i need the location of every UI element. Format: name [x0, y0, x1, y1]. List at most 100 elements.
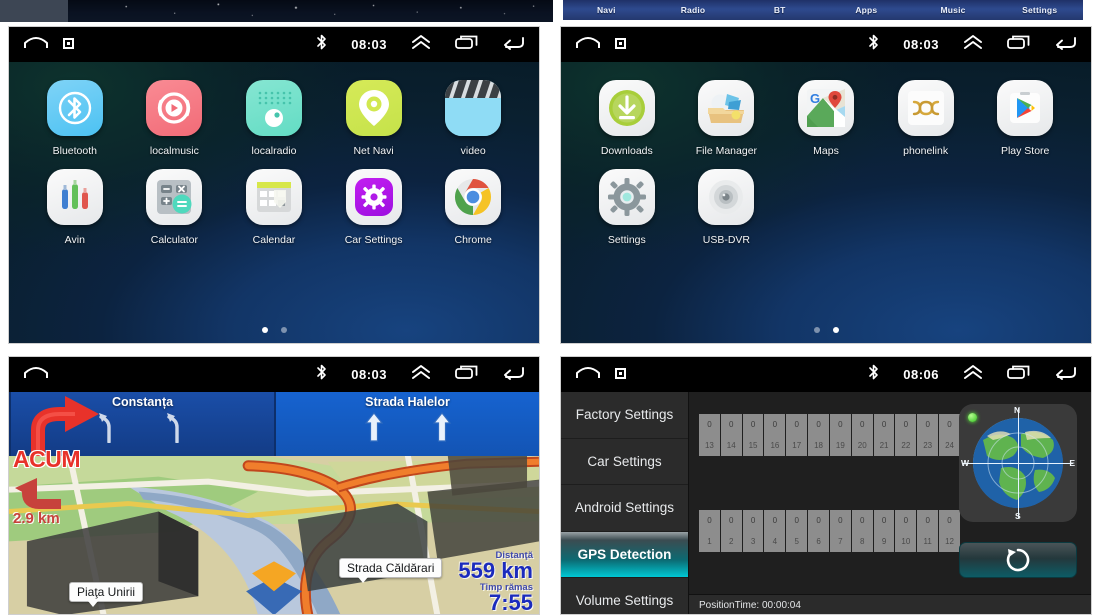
- status-bar-1: 08:03: [9, 27, 539, 62]
- home-icon[interactable]: [23, 364, 49, 385]
- satellite-signal-cell: 0: [895, 510, 917, 531]
- app-label: Avin: [64, 234, 85, 246]
- sign-label: Constanța: [111, 395, 174, 409]
- back-arrow-icon[interactable]: [1054, 365, 1077, 385]
- app-phonelink[interactable]: phonelink: [876, 80, 976, 157]
- satellite-signal-cell: 0: [873, 510, 895, 531]
- app-calendar[interactable]: Calendar: [224, 169, 324, 246]
- navigation-map-view[interactable]: Constanța Strada Halelor ACUM 2.9 km Pia…: [9, 392, 539, 614]
- recents-square-icon[interactable]: [63, 36, 74, 54]
- app-downloads[interactable]: Downloads: [577, 80, 677, 157]
- satellite-signal-cell: 0: [851, 414, 873, 435]
- nav-item-music[interactable]: Music: [910, 5, 997, 15]
- maneuver-distance: 2.9 km: [13, 510, 60, 527]
- screenshot-page: Navi Radio BT Apps Music Settings 08:03 …: [0, 0, 1100, 615]
- nav-item-bt[interactable]: BT: [736, 5, 823, 15]
- bluetooth-icon: [316, 364, 327, 385]
- file-manager-icon: [698, 80, 755, 136]
- back-arrow-icon[interactable]: [502, 35, 525, 55]
- straight-arrow-icon: [432, 412, 451, 442]
- sidebar-item-factory-settings[interactable]: Factory Settings: [561, 392, 688, 439]
- nav-item-settings[interactable]: Settings: [996, 5, 1083, 15]
- app-label: phonelink: [903, 145, 949, 157]
- recents-square-icon[interactable]: [615, 366, 626, 384]
- bluetooth-app-icon: [46, 80, 103, 136]
- poi-label: Strada Căldărari: [339, 558, 443, 583]
- clapperboard-icon: [445, 80, 502, 136]
- home-icon[interactable]: [575, 34, 601, 55]
- double-chevron-up-icon[interactable]: [963, 364, 983, 385]
- home-icon[interactable]: [23, 34, 49, 55]
- double-chevron-up-icon[interactable]: [411, 34, 431, 55]
- dvr-camera-icon: [698, 169, 755, 225]
- app-label: File Manager: [695, 145, 758, 157]
- status-clock: 08:06: [903, 367, 939, 382]
- app-settings[interactable]: Settings: [577, 169, 677, 246]
- app-localradio[interactable]: localradio: [224, 80, 324, 157]
- app-car-settings[interactable]: Car Settings: [324, 169, 424, 246]
- page-dot-1[interactable]: [261, 327, 268, 333]
- gps-refresh-button[interactable]: [959, 542, 1077, 578]
- nav-item-radio[interactable]: Radio: [650, 5, 737, 15]
- back-arrow-icon[interactable]: [1054, 35, 1077, 55]
- satellite-signal-cell: 0: [720, 510, 742, 531]
- maneuver-panel: ACUM 2.9 km: [9, 394, 115, 544]
- app-play-store[interactable]: Play Store: [975, 80, 1075, 157]
- calculator-icon: [146, 169, 203, 225]
- head-unit-nav-bar[interactable]: Navi Radio BT Apps Music Settings: [563, 0, 1083, 20]
- app-usb-dvr[interactable]: USB-DVR: [677, 169, 777, 246]
- satellite-signal-cell: 0: [917, 510, 939, 531]
- app-label: Calculator: [150, 234, 199, 246]
- top-partial-strip: Navi Radio BT Apps Music Settings: [0, 0, 1100, 22]
- app-calculator[interactable]: Calculator: [125, 169, 225, 246]
- app-video[interactable]: video: [423, 80, 523, 157]
- multitask-icon[interactable]: [1007, 365, 1030, 385]
- page-dot-1[interactable]: [813, 327, 820, 333]
- sidebar-item-car-settings[interactable]: Car Settings: [561, 439, 688, 485]
- satellite-signal-cell: 0: [808, 414, 829, 435]
- satellite-signal-cell: 0: [895, 414, 917, 435]
- satellite-id-cell: 8: [851, 531, 873, 552]
- sidebar-item-android-settings[interactable]: Android Settings: [561, 485, 688, 532]
- page-dot-2[interactable]: [280, 327, 287, 333]
- recents-square-icon[interactable]: [615, 36, 626, 54]
- double-chevron-up-icon[interactable]: [963, 34, 983, 55]
- multitask-icon[interactable]: [455, 35, 478, 55]
- position-time-text: PositionTime: 00:00:04: [699, 600, 801, 611]
- app-avin[interactable]: Avin: [25, 169, 125, 246]
- satellite-id-cell: 7: [829, 531, 851, 552]
- app-net-navi[interactable]: Net Navi: [324, 80, 424, 157]
- bluetooth-icon: [316, 34, 327, 55]
- page-dot-2[interactable]: [832, 327, 839, 333]
- multitask-icon[interactable]: [455, 365, 478, 385]
- app-bluetooth[interactable]: Bluetooth: [25, 80, 125, 157]
- satellite-id-cell: 20: [851, 435, 873, 456]
- poi-label: Piaţa Unirii: [69, 582, 144, 607]
- sign-label: Strada Halelor: [365, 395, 450, 409]
- app-localmusic[interactable]: localmusic: [125, 80, 225, 157]
- nav-item-navi[interactable]: Navi: [563, 5, 650, 15]
- page-indicator-1[interactable]: [9, 327, 539, 333]
- gear-icon: [345, 169, 402, 225]
- app-empty-slot: [776, 169, 876, 246]
- avin-icon: [46, 169, 103, 225]
- multitask-icon[interactable]: [1007, 35, 1030, 55]
- back-arrow-icon[interactable]: [502, 365, 525, 385]
- satellite-signal-cell: 0: [851, 510, 873, 531]
- satellite-signal-cell: 0: [829, 510, 851, 531]
- satellite-signal-row: 0 0 0 0 0 0 0 0 0 0 0 0: [699, 510, 961, 531]
- app-file-manager[interactable]: File Manager: [677, 80, 777, 157]
- home-icon[interactable]: [575, 364, 601, 385]
- page-indicator-2[interactable]: [561, 327, 1091, 333]
- app-maps[interactable]: G Maps: [776, 80, 876, 157]
- app-chrome[interactable]: Chrome: [423, 169, 523, 246]
- sidebar-item-volume-settings[interactable]: Volume Settings: [561, 578, 688, 614]
- double-chevron-up-icon[interactable]: [411, 364, 431, 385]
- sidebar-item-gps-detection[interactable]: GPS Detection: [561, 531, 688, 578]
- satellite-id-cell: 15: [742, 435, 764, 456]
- satellite-signal-cell: 0: [939, 414, 960, 435]
- satellite-sky-view: N S W E: [959, 404, 1077, 522]
- satellite-id-cell: 23: [917, 435, 939, 456]
- app-label: localmusic: [149, 145, 199, 157]
- nav-item-apps[interactable]: Apps: [823, 5, 910, 15]
